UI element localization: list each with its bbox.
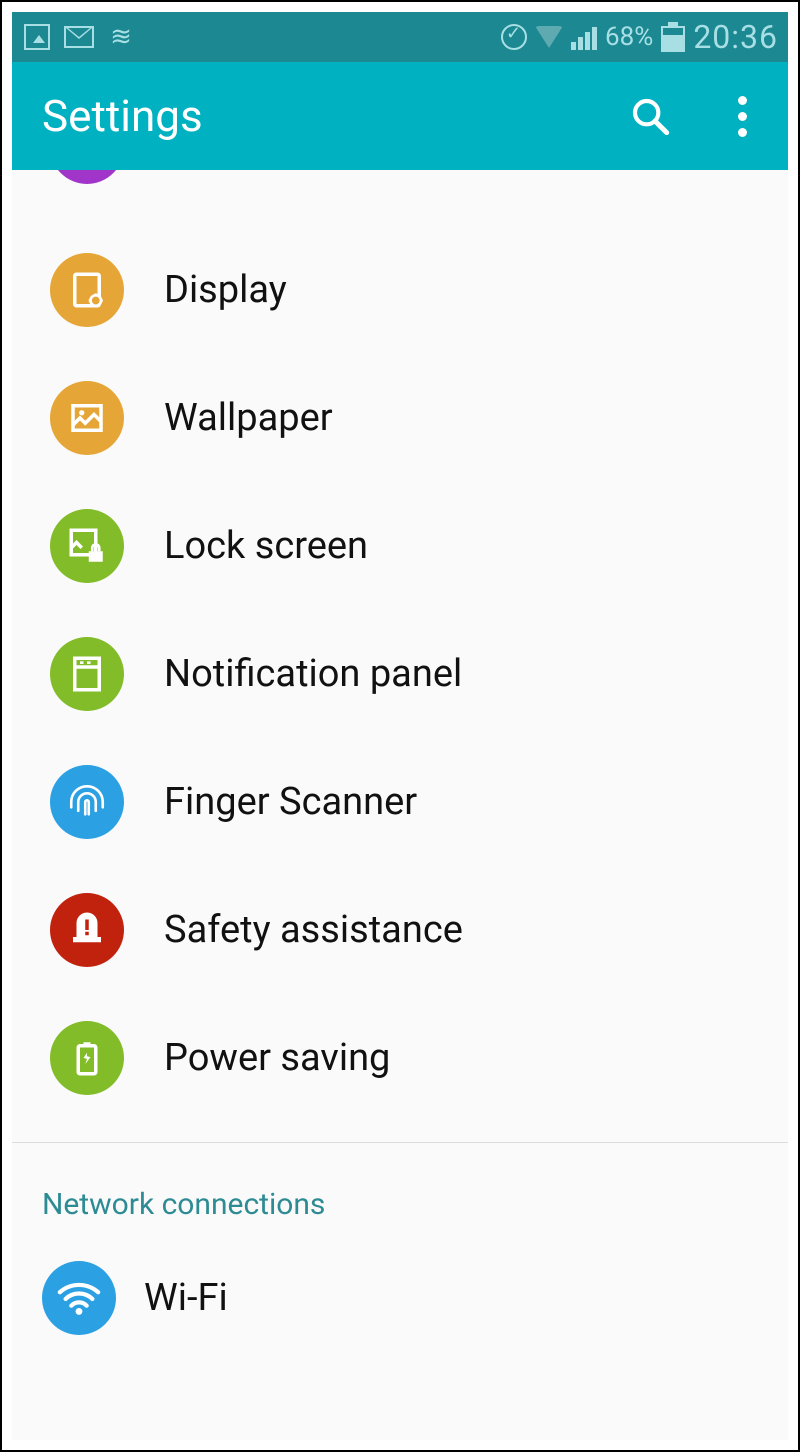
app-bar: Settings [12,62,788,170]
status-right: 68% 20:36 [501,18,778,56]
status-bar: ≋ 68% 20:36 [12,12,788,62]
screen: ≋ 68% 20:36 Settings [12,12,788,1440]
more-dot [738,112,747,121]
alarm-icon [501,24,527,50]
settings-item-wallpaper[interactable]: Wallpaper [12,354,788,482]
settings-item-finger-scanner[interactable]: Finger Scanner [12,738,788,866]
settings-item-label: Finger Scanner [164,780,417,824]
settings-item-notification-panel[interactable]: Notification panel [12,610,788,738]
device-frame: ≋ 68% 20:36 Settings [0,0,800,1452]
settings-item-label: Lock screen [164,524,368,568]
notification-panel-icon [50,637,124,711]
settings-item-label: Power saving [164,1036,390,1080]
app-bar-actions [628,94,752,138]
wifi-signal-icon [535,26,563,48]
lock-screen-icon [50,509,124,583]
status-left: ≋ [22,22,136,52]
wallpaper-icon [50,381,124,455]
cell-signal-icon [571,24,597,50]
battery-icon [661,22,685,52]
sound-icon [50,170,124,184]
more-dot [738,96,747,105]
fingerprint-icon [50,765,124,839]
settings-item-display[interactable]: Display [12,226,788,354]
display-icon [50,253,124,327]
settings-list[interactable]: Sounds and notifications Display Wallpap… [12,170,788,1440]
settings-item-label: Notification panel [164,652,462,696]
settings-item-lock-screen[interactable]: Lock screen [12,482,788,610]
clock: 20:36 [693,18,778,56]
page-title: Settings [42,90,203,142]
settings-item-power-saving[interactable]: Power saving [12,994,788,1122]
wifi-icon [42,1261,116,1335]
settings-item-sounds[interactable]: Sounds and notifications [12,170,788,190]
more-options-button[interactable] [732,96,752,137]
transfer-icon: ≋ [106,22,136,52]
section-header-network: Network connections [12,1143,788,1238]
safety-icon [50,893,124,967]
mail-notification-icon [64,22,94,52]
search-icon [630,96,670,136]
search-button[interactable] [628,94,672,138]
picture-notification-icon [22,22,52,52]
more-dot [738,128,747,137]
settings-item-wifi[interactable]: Wi-Fi [12,1238,788,1358]
settings-item-safety-assistance[interactable]: Safety assistance [12,866,788,994]
battery-percent: 68% [605,22,653,52]
settings-item-label: Display [164,268,287,312]
settings-item-label: Wallpaper [164,396,333,440]
settings-item-label: Wi-Fi [144,1276,228,1320]
power-saving-icon [50,1021,124,1095]
settings-item-label: Safety assistance [164,908,463,952]
